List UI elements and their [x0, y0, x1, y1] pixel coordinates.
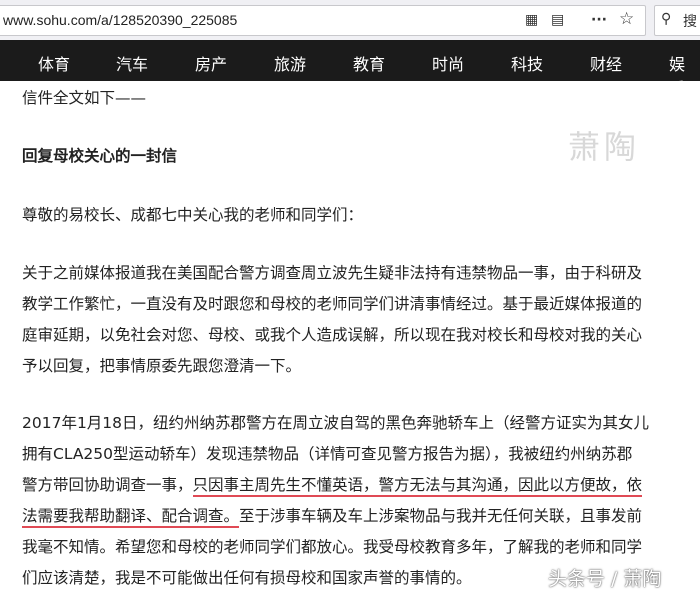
paragraph-line: 法需要我帮助翻译、配合调查。至于涉事车辆及车上涉案物品与我并无任何关联，且事发前: [22, 504, 643, 528]
nav-item[interactable]: 汽车: [116, 51, 148, 75]
nav-item[interactable]: 娱乐: [669, 51, 700, 99]
intro-text: 信件全文如下——: [22, 89, 147, 107]
paragraph-line: 2017年1月18日，纽约州纳苏郡警方在周立波自驾的黑色奔驰轿车上（经警方证实为…: [22, 414, 650, 432]
paragraph-line: 教学工作繁忙，一直没有及时跟您和母校的老师同学们讲清事情经过。基于最近媒体报道的: [22, 295, 643, 313]
nav-item[interactable]: 旅游: [274, 51, 306, 75]
greeting: 尊敬的易校长、成都七中关心我的老师和同学们：: [22, 206, 364, 224]
nav-item[interactable]: 时尚: [432, 51, 464, 75]
paragraph-line: 我毫不知情。希望您和母校的老师同学们都放心。我受母校教育多年，了解我的老师和同学: [22, 538, 643, 556]
paragraph-line: 警方带回协助调查一事，只因事主周先生不懂英语，警方无法与其沟通，因此以方便故，依: [22, 473, 643, 497]
watermark: 萧陶: [568, 128, 641, 166]
nav-item[interactable]: 教育: [353, 51, 385, 75]
search-box[interactable]: ⚲ 搜: [654, 5, 700, 36]
underlined-text: 只因事主周先生不懂英语，警方无法与其沟通，因此以方便故，依: [192, 476, 643, 497]
site-nav: 体育 汽车 房产 旅游 教育 时尚 科技 财经 娱乐: [0, 40, 700, 98]
nav-item[interactable]: 财经: [590, 51, 622, 75]
article-title: 回复母校关心的一封信: [22, 147, 178, 165]
search-icon: ⚲: [661, 11, 672, 27]
watermark: 头条号 / 萧陶: [548, 568, 662, 590]
qr-code-icon[interactable]: ▦: [525, 12, 538, 28]
reader-icon[interactable]: ▤: [551, 12, 564, 28]
underlined-text: 法需要我帮助翻译、配合调查。: [22, 507, 240, 528]
star-icon[interactable]: ☆: [619, 9, 634, 29]
text: 至于涉事车辆及车上涉案物品与我并无任何关联，且事发前: [239, 507, 643, 525]
address-bar[interactable]: www.sohu.com/a/128520390_225085 ▦ ▤ ··· …: [0, 5, 646, 36]
paragraph-line: 关于之前媒体报道我在美国配合警方调查周立波先生疑非法持有违禁物品一事，由于科研及: [22, 264, 643, 282]
browser-toolbar: www.sohu.com/a/128520390_225085 ▦ ▤ ··· …: [0, 0, 700, 40]
url-text[interactable]: www.sohu.com/a/128520390_225085: [3, 12, 237, 28]
nav-item[interactable]: 体育: [38, 51, 70, 75]
paragraph-line: 予以回复，把事情原委先跟您澄清一下。: [22, 357, 302, 375]
more-icon[interactable]: ···: [591, 12, 607, 28]
nav-item[interactable]: 房产: [195, 51, 227, 75]
nav-item[interactable]: 科技: [511, 51, 543, 75]
paragraph-line: 庭审延期，以免社会对您、母校、或我个人造成误解，所以现在我对校长和母校对我的关心: [22, 326, 643, 344]
paragraph-line: 们应该清楚，我是不可能做出任何有损母校和国家声誉的事情的。: [22, 569, 472, 587]
search-placeholder: 搜: [683, 14, 697, 30]
text: 警方带回协助调查一事，: [22, 476, 193, 494]
paragraph-line: 拥有CLA250型运动轿车）发现违禁物品（详情可查见警方报告为据），我被纽约州纳…: [22, 445, 633, 463]
